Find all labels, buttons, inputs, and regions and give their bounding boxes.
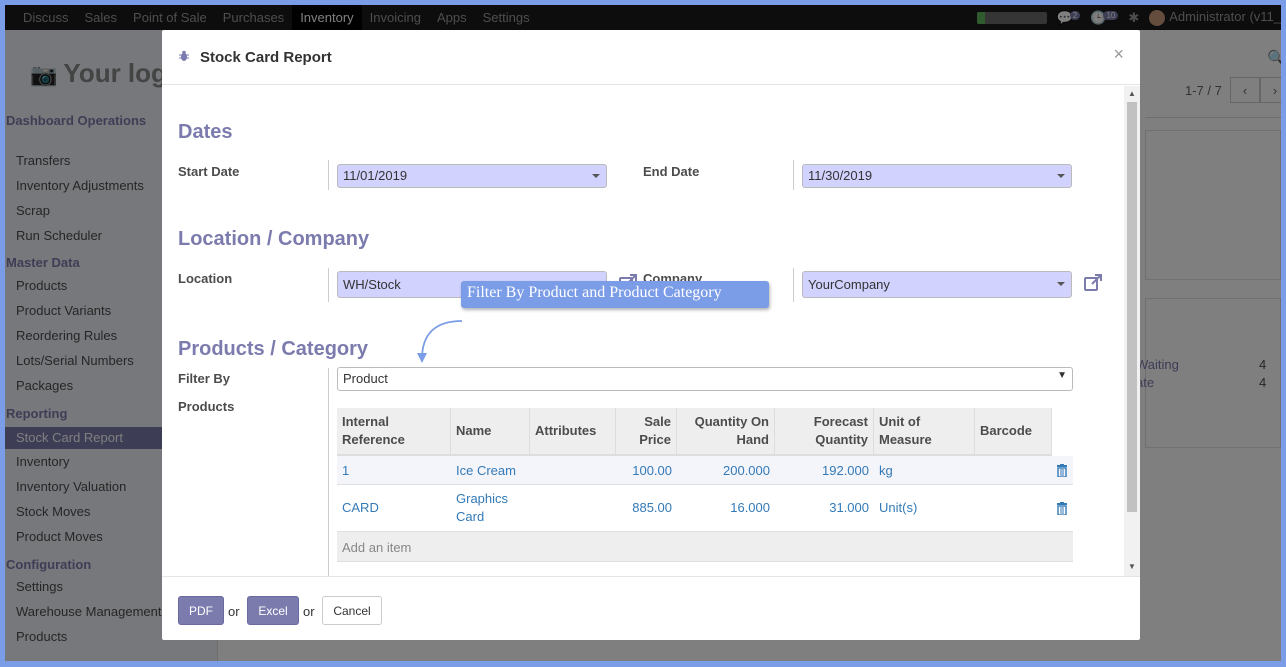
- pdf-button[interactable]: PDF: [178, 596, 224, 625]
- modal-scrollbar[interactable]: ▲ ▼: [1124, 86, 1140, 576]
- dates-heading: Dates: [178, 121, 233, 143]
- column-quantity-on-hand[interactable]: Quantity On Hand: [677, 408, 775, 454]
- column-name[interactable]: Name: [451, 408, 530, 454]
- cell-quantity-on-hand: 16.000: [730, 500, 770, 515]
- company-value: YourCompany: [808, 277, 890, 292]
- excel-button[interactable]: Excel: [247, 596, 299, 625]
- start-date-field[interactable]: 11/01/2019: [337, 164, 607, 188]
- divider: [328, 368, 329, 576]
- close-icon[interactable]: ×: [1113, 44, 1124, 65]
- cell-forecast-quantity: 31.000: [829, 500, 869, 515]
- column-unit-of-measure[interactable]: Unit of Measure: [874, 408, 975, 454]
- cell-sale-price: 885.00: [632, 500, 672, 515]
- column-attributes[interactable]: Attributes: [530, 408, 616, 454]
- filter-tooltip: Filter By Product and Product Category: [461, 281, 769, 308]
- or-text: or: [303, 604, 315, 619]
- cancel-button[interactable]: Cancel: [322, 596, 382, 625]
- location-value: WH/Stock: [343, 277, 401, 292]
- filter-by-label: Filter By: [178, 371, 231, 386]
- modal-title: Stock Card Report: [200, 49, 332, 66]
- products-category-heading: Products / Category: [178, 338, 369, 360]
- modal-header: Stock Card Report ×: [162, 30, 1140, 85]
- table-header: Internal Reference Name Attributes Sale …: [337, 408, 1052, 456]
- scrollbar-thumb[interactable]: [1127, 102, 1137, 512]
- chevron-down-icon: ▼: [1057, 370, 1067, 381]
- scroll-down-icon[interactable]: ▼: [1128, 562, 1136, 571]
- products-table: Internal Reference Name Attributes Sale …: [337, 408, 1073, 562]
- cell-unit-of-measure: kg: [879, 462, 893, 478]
- add-item-row[interactable]: Add an item: [337, 532, 1073, 562]
- start-date-value: 11/01/2019: [343, 168, 408, 183]
- cell-internal-reference: CARD: [342, 500, 379, 515]
- cell-name: Ice Cream: [456, 462, 516, 478]
- cell-forecast-quantity: 192.000: [822, 462, 869, 478]
- end-date-field[interactable]: 11/30/2019: [802, 164, 1072, 188]
- divider: [328, 268, 329, 302]
- or-text: or: [228, 604, 240, 619]
- column-barcode[interactable]: Barcode: [975, 408, 1052, 454]
- company-field[interactable]: YourCompany: [802, 271, 1072, 298]
- divider: [793, 160, 794, 190]
- column-sale-price[interactable]: Sale Price: [616, 408, 677, 454]
- chevron-down-icon: [592, 174, 600, 178]
- column-internal-reference[interactable]: Internal Reference: [337, 408, 451, 454]
- divider: [328, 160, 329, 190]
- filter-by-select[interactable]: Product ▼: [337, 367, 1073, 391]
- cell-unit-of-measure: Unit(s): [879, 500, 918, 515]
- chevron-down-icon: [1057, 282, 1065, 286]
- external-link-icon[interactable]: [1083, 273, 1103, 293]
- table-row[interactable]: CARD Graphics Card 885.00 16.000 31.000 …: [337, 485, 1073, 532]
- table-row[interactable]: 1 Ice Cream 100.00 200.000 192.000 kg: [337, 456, 1073, 485]
- filter-by-value: Product: [343, 371, 388, 386]
- bug-icon: [179, 50, 189, 61]
- cell-sale-price: 100.00: [632, 462, 672, 478]
- start-date-label: Start Date: [178, 164, 240, 179]
- cell-name: Graphics Card: [456, 491, 509, 524]
- add-item-link[interactable]: Add an item: [342, 540, 411, 555]
- chevron-down-icon: [1057, 174, 1065, 178]
- divider: [793, 268, 794, 302]
- cell-quantity-on-hand: 200.000: [723, 462, 770, 478]
- scroll-up-icon[interactable]: ▲: [1128, 89, 1136, 98]
- modal-footer: PDF or Excel or Cancel: [162, 576, 1140, 640]
- tooltip-arrow-icon: [417, 320, 463, 363]
- stock-card-report-dialog: Stock Card Report × Dates Start Date 11/…: [162, 30, 1140, 640]
- trash-icon[interactable]: [1056, 502, 1068, 515]
- products-label: Products: [178, 399, 235, 414]
- column-forecast-quantity[interactable]: Forecast Quantity: [775, 408, 874, 454]
- app-window: Discuss Sales Point of Sale Purchases In…: [5, 5, 1281, 661]
- modal-body: Dates Start Date 11/01/2019 End Date 11/…: [162, 86, 1124, 576]
- location-company-heading: Location / Company: [178, 228, 370, 250]
- trash-icon[interactable]: [1056, 464, 1068, 477]
- cell-internal-reference: 1: [342, 462, 350, 478]
- end-date-label: End Date: [643, 164, 700, 179]
- location-label: Location: [178, 271, 233, 286]
- end-date-value: 11/30/2019: [808, 168, 873, 183]
